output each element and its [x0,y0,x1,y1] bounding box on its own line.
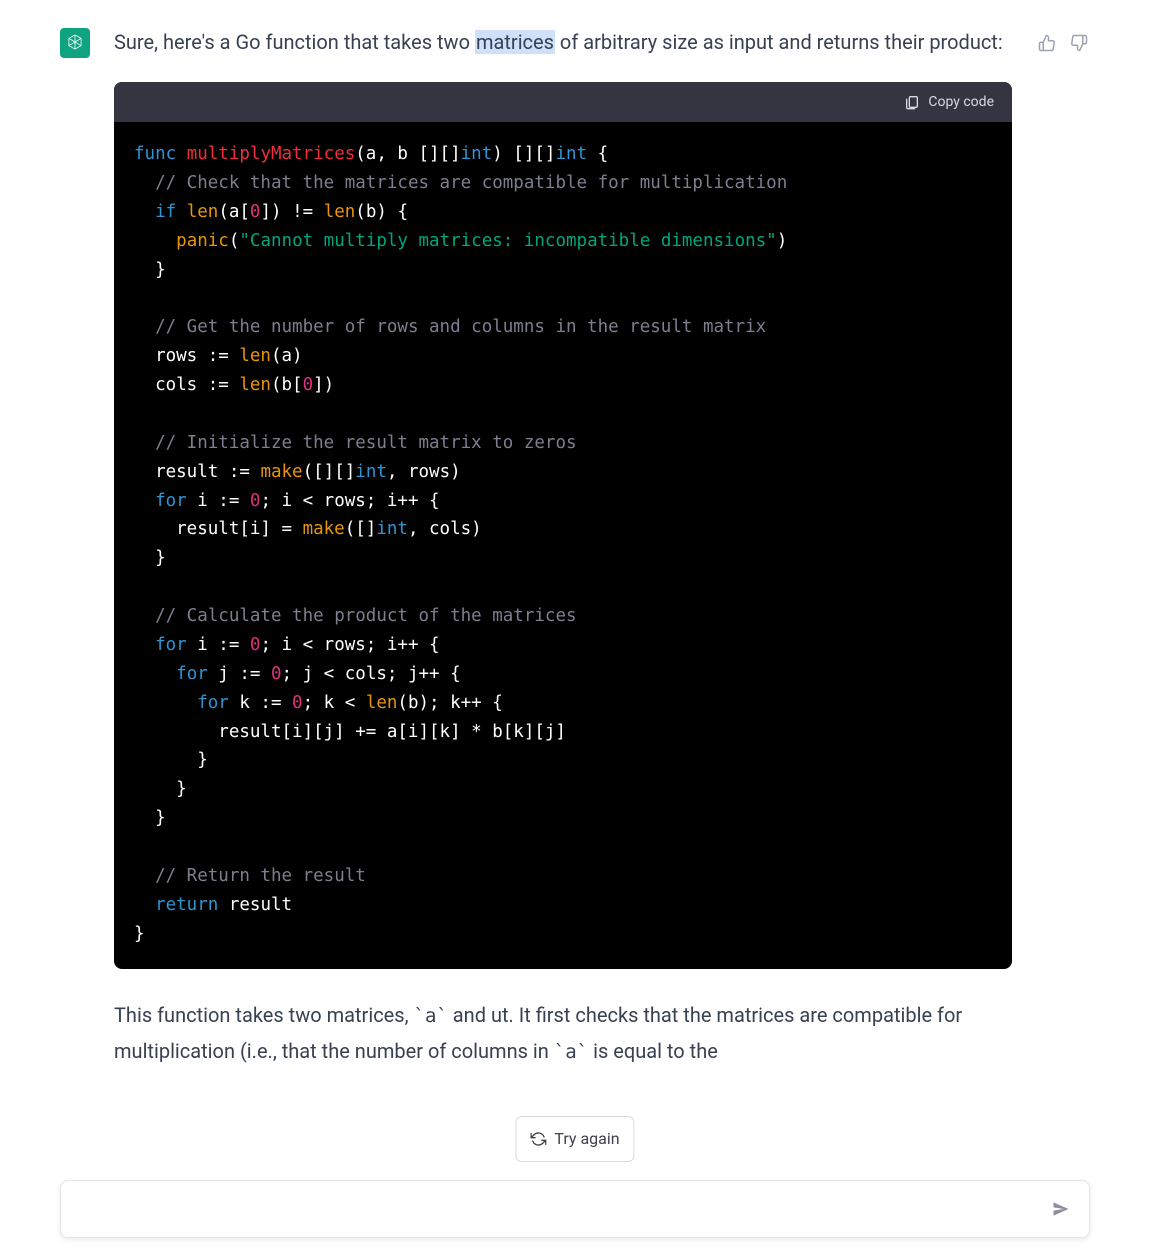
outro-code-a2: `a` [554,1041,588,1063]
intro-before: Sure, here's a Go function that takes tw… [114,30,475,54]
thumbs-down-button[interactable] [1068,32,1090,54]
thumbs-up-icon [1038,34,1056,52]
highlighted-selection: matrices [475,30,555,54]
thumbs-down-icon [1070,34,1088,52]
clipboard-icon [904,94,920,110]
thumbs-up-button[interactable] [1036,32,1058,54]
chat-input[interactable] [81,1181,1051,1237]
send-button[interactable] [1051,1199,1071,1219]
copy-code-button[interactable]: Copy code [114,82,1012,122]
send-icon [1051,1199,1071,1219]
try-again-button[interactable]: Try again [515,1116,634,1162]
refresh-icon [530,1131,546,1147]
assistant-avatar [60,28,90,58]
code-content[interactable]: func multiplyMatrices(a, b [][]int) [][]… [114,122,1012,969]
outro-code-a: `a` [414,1005,448,1027]
outro-4: is equal to the [588,1039,718,1063]
outro-1: This function takes two matrices, [114,1003,414,1027]
message-intro-text: Sure, here's a Go function that takes tw… [114,24,1012,60]
outro-2: and [448,1003,491,1027]
copy-code-label: Copy code [928,90,994,115]
chat-input-bar[interactable] [60,1180,1090,1238]
message-outro-text: This function takes two matrices, `a` an… [114,997,1012,1069]
assistant-logo-icon [65,33,85,53]
feedback-buttons [1036,32,1090,1069]
code-block: Copy code func multiplyMatrices(a, b [][… [114,82,1012,969]
assistant-message: Sure, here's a Go function that takes tw… [0,0,1150,1069]
intro-after: of arbitrary size as input and returns t… [555,30,1003,54]
try-again-label: Try again [554,1125,619,1153]
